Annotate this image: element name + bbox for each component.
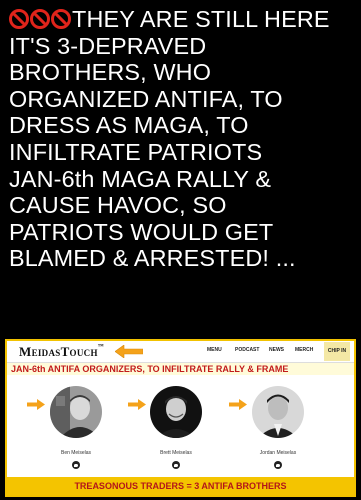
nav-menu[interactable]: MENU <box>207 347 222 353</box>
portrait-photo-1 <box>50 386 102 438</box>
person-name-2: Brett Meiselas <box>160 450 192 456</box>
post-line-7: JAN-6th MAGA RALLY & <box>9 165 272 192</box>
attached-image[interactable]: MeidasTouch™ MENU PODCAST NEWS MERCH CHI… <box>5 339 356 497</box>
post-line-8: CAUSE HAVOC, SO <box>9 192 227 219</box>
no-entry-sign-icon <box>9 9 29 29</box>
twitter-icon[interactable] <box>72 461 80 469</box>
trademark-mark: ™ <box>97 344 105 350</box>
no-entry-sign-icon <box>51 9 71 29</box>
post-line-9: PATRIOTS WOULD GET <box>9 218 274 245</box>
arrow-right-icon <box>27 399 45 410</box>
post-text: THEY ARE STILL HERE IT'S 3-DEPRAVED BROT… <box>9 6 357 272</box>
arrow-right-icon <box>229 399 247 410</box>
footer-banner: TREASONOUS TRADERS = 3 ANTIFA BROTHERS <box>7 477 354 495</box>
twitter-icon[interactable] <box>274 461 282 469</box>
nav-podcast[interactable]: PODCAST <box>235 347 259 353</box>
twitter-icon[interactable] <box>172 461 180 469</box>
arrow-left-icon <box>115 345 143 358</box>
site-header: MeidasTouch™ MENU PODCAST NEWS MERCH CHI… <box>7 341 354 363</box>
portrait-photo-3 <box>252 386 304 438</box>
post-line-3: BROTHERS, WHO <box>9 59 212 86</box>
person-name-1: Ben Meiselas <box>60 450 91 456</box>
nav-chip-in[interactable]: CHIP IN <box>324 342 350 361</box>
post-line-text: THEY ARE STILL HERE <box>72 6 330 32</box>
logo-text: MeidasTouch <box>19 344 98 359</box>
post-line-1: THEY ARE STILL HERE <box>9 6 357 33</box>
person-name-3: Jordan Meiselas <box>259 450 297 456</box>
site-logo[interactable]: MeidasTouch™ <box>19 344 104 359</box>
post-line-6: INFILTRATE PATRIOTS <box>9 138 263 165</box>
portrait-photo-2 <box>150 386 202 438</box>
nav-news[interactable]: NEWS <box>269 347 284 353</box>
post-line-4: ORGANIZED ANTIFA, TO <box>9 85 283 112</box>
no-entry-sign-icon <box>30 9 50 29</box>
nav-merch[interactable]: MERCH <box>295 347 313 353</box>
post-line-2: IT'S 3-DEPRAVED <box>9 32 207 59</box>
post-line-10: BLAMED & ARRESTED! ... <box>9 245 296 272</box>
post-line-5: DRESS AS MAGA, TO <box>9 112 249 139</box>
arrow-right-icon <box>128 399 146 410</box>
headline-banner: JAN-6th ANTIFA ORGANIZERS, TO INFILTRATE… <box>7 363 354 375</box>
